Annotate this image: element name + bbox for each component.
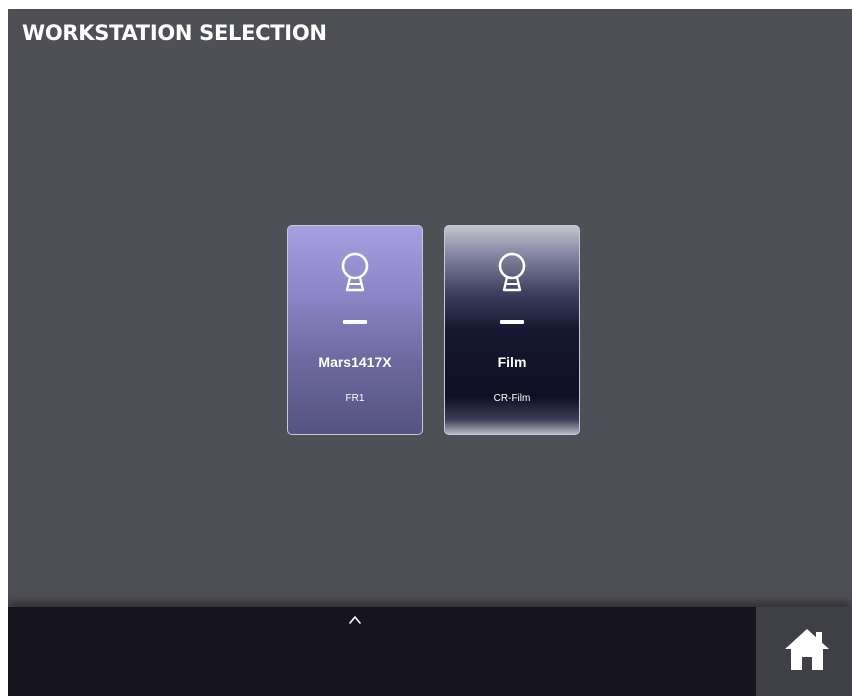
app-window: WORKSTATION SELECTION Mars1417X FR1 Film…: [8, 9, 852, 696]
bottom-bar: [8, 607, 852, 696]
workstation-list: Mars1417X FR1 Film CR-Film: [287, 225, 580, 435]
home-button[interactable]: [756, 607, 852, 696]
card-divider: [343, 320, 367, 324]
workstation-subtitle: CR-Film: [493, 393, 531, 404]
detector-icon: [498, 252, 526, 292]
chevron-up-icon[interactable]: [346, 613, 364, 627]
page-title: WORKSTATION SELECTION: [22, 21, 327, 45]
card-divider: [500, 320, 524, 324]
workstation-name: Film: [497, 354, 527, 370]
workstation-card-mars1417x[interactable]: Mars1417X FR1: [287, 225, 423, 435]
home-icon: [785, 629, 829, 670]
workstation-card-film[interactable]: Film CR-Film: [444, 225, 580, 435]
detector-icon: [341, 252, 369, 292]
workstation-subtitle: FR1: [345, 393, 365, 404]
workstation-name: Mars1417X: [318, 354, 392, 370]
